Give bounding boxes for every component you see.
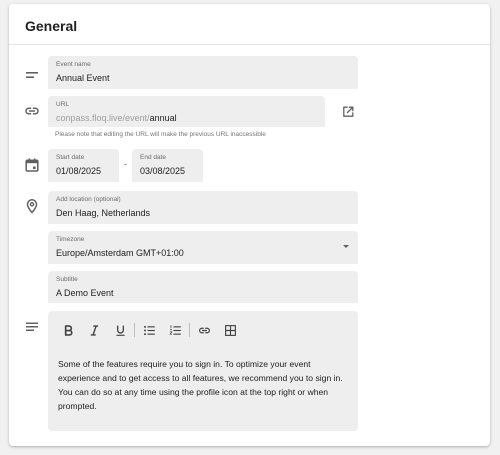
description-text[interactable]: Some of the features require you to sign… [58,357,354,413]
link-icon [24,103,40,119]
location-pin-icon [24,198,40,214]
table-icon[interactable] [220,321,240,339]
url-label: URL [56,101,70,108]
subtitle-label: Subtitle [56,276,78,283]
url-prefix: conpass.floq.live/event/ [56,113,150,123]
link-icon[interactable] [194,321,214,339]
toolbar-separator [134,323,135,337]
notes-icon [24,319,40,335]
location-field[interactable]: Add location (optional) Den Haag, Nether… [48,191,358,224]
numbered-list-icon[interactable] [165,321,185,339]
subtitle-field[interactable]: Subtitle A Demo Event [48,271,358,303]
event-name-field[interactable]: Event name Annual Event [48,56,358,89]
description-editor[interactable]: Some of the features require you to sign… [48,311,358,431]
end-date-field[interactable]: End date 03/08/2025 [132,149,203,182]
start-date-field[interactable]: Start date 01/08/2025 [48,149,119,182]
event-name-label: Event name [56,61,91,68]
url-value[interactable]: conpass.floq.live/event/annual [56,112,317,124]
calendar-icon [24,157,40,173]
open-in-new-icon[interactable] [341,105,355,119]
section-title: General [25,18,78,34]
start-date-label: Start date [56,154,85,161]
date-separator: - [124,159,127,169]
timezone-value: Europe/Amsterdam GMT+01:00 [56,248,184,258]
end-date-label: End date [140,154,167,161]
timezone-select[interactable]: Timezone Europe/Amsterdam GMT+01:00 [48,231,358,264]
general-settings-card: General Event name Annual Event URL conp… [9,4,490,446]
start-date-value[interactable]: 01/08/2025 [56,165,111,177]
chevron-down-icon[interactable] [343,245,349,248]
end-date-value[interactable]: 03/08/2025 [140,165,195,177]
location-value[interactable]: Den Haag, Netherlands [56,207,350,219]
subtitle-value[interactable]: A Demo Event [56,287,350,299]
timezone-label: Timezone [56,236,85,243]
toolbar-separator [189,323,190,337]
bold-icon[interactable] [58,321,78,339]
underline-icon[interactable] [110,321,130,339]
bulleted-list-icon[interactable] [139,321,159,339]
location-label: Add location (optional) [56,196,121,203]
url-hint: Please note that editing the URL will ma… [55,131,266,138]
title-divider [9,44,490,45]
event-name-value[interactable]: Annual Event [56,72,350,84]
editor-toolbar [58,321,246,339]
short-text-icon [24,67,40,83]
italic-icon[interactable] [84,321,104,339]
url-slug: annual [149,113,177,123]
url-field[interactable]: URL conpass.floq.live/event/annual [48,96,325,127]
